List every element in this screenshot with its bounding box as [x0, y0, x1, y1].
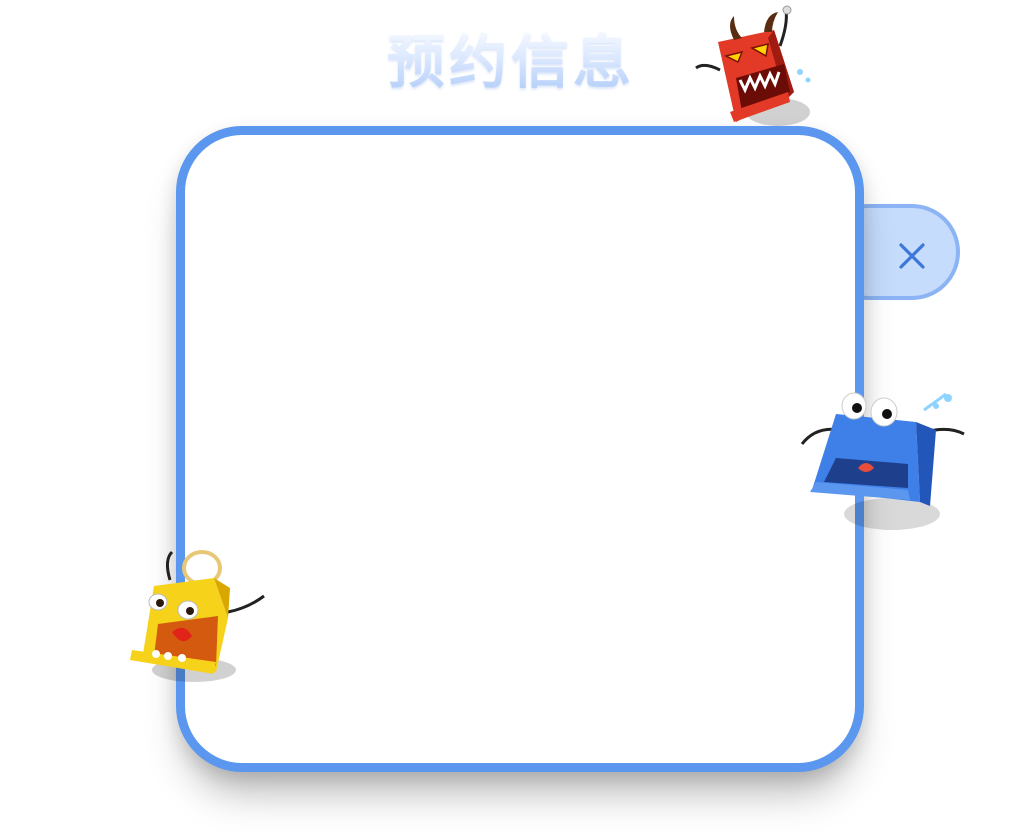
- red-devil-mascot-icon: [690, 0, 820, 130]
- yellow-angel-mascot-icon: [128, 546, 274, 686]
- close-icon: [899, 243, 925, 269]
- dialog-title: 预约信息: [0, 22, 1022, 102]
- reservation-dialog: 预约信息: [0, 0, 1022, 832]
- dialog-content-panel: [176, 126, 864, 772]
- blue-crying-mascot-icon: [796, 386, 972, 536]
